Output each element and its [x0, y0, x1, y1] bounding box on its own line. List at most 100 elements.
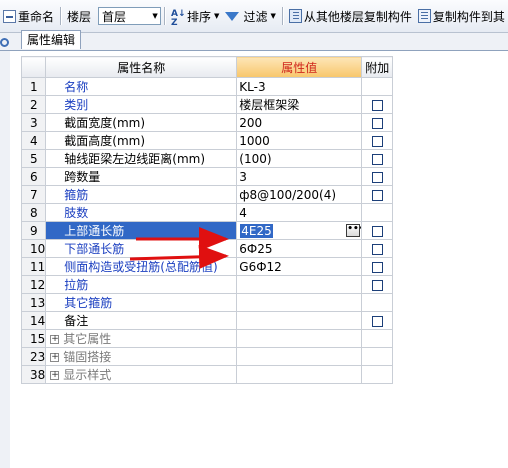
extra-checkbox[interactable] — [371, 243, 383, 255]
copy-to-button[interactable]: 复制构件到其 — [415, 5, 508, 27]
property-name[interactable]: 侧面构造或受扭筋(总配筋值) — [45, 257, 238, 276]
expand-icon[interactable]: + — [50, 353, 60, 362]
property-name[interactable]: 跨数量 — [45, 167, 238, 186]
extra-checkbox[interactable] — [371, 117, 383, 129]
table-row[interactable]: 13 其它箍筋 — [20, 293, 394, 312]
table-row-group[interactable]: 15 + 其它属性 — [20, 329, 394, 348]
property-value — [236, 329, 363, 348]
property-value[interactable]: 3 — [236, 167, 363, 186]
property-name[interactable]: 上部通长筋 — [45, 221, 238, 240]
property-name[interactable]: 类别 — [45, 95, 238, 114]
row-number: 3 — [20, 113, 47, 132]
copy-from-floor-icon — [288, 9, 302, 23]
table-row[interactable]: 6 跨数量 3 — [20, 167, 394, 186]
row-number: 38 — [20, 365, 47, 384]
copy-from-floor-button[interactable]: 从其他楼层复制构件 — [286, 5, 415, 27]
filter-button[interactable]: 过滤 ▼ — [222, 5, 278, 27]
table-row[interactable]: 1 名称 KL-3 — [20, 77, 394, 96]
table-row[interactable]: 12 拉筋 — [20, 275, 394, 294]
property-value[interactable]: 200 — [236, 113, 363, 132]
value-edit-text[interactable]: 4E25 — [240, 223, 273, 238]
rename-button[interactable]: 重命名 — [0, 5, 57, 27]
property-name[interactable]: 下部通长筋 — [45, 239, 238, 258]
row-number: 9 — [20, 221, 47, 240]
expand-icon[interactable]: + — [50, 335, 60, 344]
property-value-editor[interactable]: 4E25 ••• — [236, 221, 363, 240]
extra-cell — [361, 167, 394, 186]
table-row[interactable]: 11 侧面构造或受扭筋(总配筋值) G6Ф12 — [20, 257, 394, 276]
table-row[interactable]: 2 类别 楼层框架梁 — [20, 95, 394, 114]
property-name[interactable]: 箍筋 — [45, 185, 238, 204]
row-number: 13 — [20, 293, 47, 312]
property-group[interactable]: + 显示样式 — [45, 365, 238, 384]
property-name[interactable]: 名称 — [45, 77, 238, 96]
extra-checkbox[interactable] — [371, 315, 383, 327]
value-edit-box[interactable]: 4E25 ••• — [239, 223, 361, 239]
chevron-down-icon: ▼ — [214, 12, 220, 20]
property-value[interactable]: 6Ф25 — [236, 239, 363, 258]
table-row[interactable]: 5 轴线距梁左边线距离(mm) (100) — [20, 149, 394, 168]
property-value[interactable]: 1000 — [236, 131, 363, 150]
property-value — [236, 347, 363, 366]
table-row-selected[interactable]: 9 上部通长筋 4E25 ••• — [20, 221, 394, 240]
copy-to-icon — [417, 9, 431, 23]
property-value[interactable] — [236, 293, 363, 312]
floor-select[interactable]: 首层 ▼ — [98, 7, 162, 25]
extra-checkbox[interactable] — [371, 153, 383, 165]
left-panel-edge — [0, 51, 10, 468]
sort-button[interactable]: A↓ Z 排序 ▼ — [168, 5, 222, 27]
header-extra[interactable]: 附加 — [361, 56, 394, 78]
table-row-group[interactable]: 38 + 显示样式 — [20, 365, 394, 384]
row-number: 7 — [20, 185, 47, 204]
extra-checkbox[interactable] — [371, 171, 383, 183]
ellipsis-button[interactable]: ••• — [346, 224, 361, 237]
expand-icon[interactable]: + — [50, 371, 60, 380]
table-row[interactable]: 4 截面高度(mm) 1000 — [20, 131, 394, 150]
property-value[interactable] — [236, 311, 363, 330]
header-property-name[interactable]: 属性名称 — [45, 56, 238, 78]
property-value[interactable]: 楼层框架梁 — [236, 95, 363, 114]
extra-checkbox[interactable] — [371, 225, 383, 237]
property-group[interactable]: + 其它属性 — [45, 329, 238, 348]
table-row[interactable]: 8 肢数 4 — [20, 203, 394, 222]
property-name[interactable]: 其它箍筋 — [45, 293, 238, 312]
property-name[interactable]: 肢数 — [45, 203, 238, 222]
property-name[interactable]: 截面宽度(mm) — [45, 113, 238, 132]
table-row[interactable]: 3 截面宽度(mm) 200 — [20, 113, 394, 132]
row-number: 5 — [20, 149, 47, 168]
property-value — [236, 365, 363, 384]
extra-cell — [361, 203, 394, 222]
table-row[interactable]: 10 下部通长筋 6Ф25 — [20, 239, 394, 258]
table-row[interactable]: 7 箍筋 ф8@100/200(4) — [20, 185, 394, 204]
extra-cell — [361, 311, 394, 330]
property-value[interactable]: (100) — [236, 149, 363, 168]
tab-property-editor[interactable]: 属性编辑 — [21, 30, 82, 49]
property-name[interactable]: 备注 — [45, 311, 238, 330]
property-value[interactable]: 4 — [236, 203, 363, 222]
table-row[interactable]: 14 备注 — [20, 311, 394, 330]
extra-checkbox[interactable] — [371, 135, 383, 147]
extra-checkbox[interactable] — [371, 261, 383, 273]
property-group[interactable]: + 锚固搭接 — [45, 347, 238, 366]
row-number: 15 — [20, 329, 47, 348]
extra-cell — [361, 95, 394, 114]
extra-checkbox[interactable] — [371, 189, 383, 201]
extra-checkbox[interactable] — [371, 99, 383, 111]
property-value[interactable]: KL-3 — [236, 77, 363, 96]
extra-checkbox[interactable] — [371, 279, 383, 291]
table-row-group[interactable]: 23 + 锚固搭接 — [20, 347, 394, 366]
property-name[interactable]: 轴线距梁左边线距离(mm) — [45, 149, 238, 168]
extra-cell — [361, 185, 394, 204]
property-name[interactable]: 拉筋 — [45, 275, 238, 294]
pin-icon[interactable] — [0, 38, 9, 47]
property-name[interactable]: 截面高度(mm) — [45, 131, 238, 150]
extra-cell — [361, 149, 394, 168]
property-value[interactable] — [236, 275, 363, 294]
header-property-value[interactable]: 属性值 — [236, 56, 363, 78]
extra-cell — [361, 329, 394, 348]
row-number: 8 — [20, 203, 47, 222]
property-value[interactable]: G6Ф12 — [236, 257, 363, 276]
property-value[interactable]: ф8@100/200(4) — [236, 185, 363, 204]
row-number: 23 — [20, 347, 47, 366]
copy-from-floor-label: 从其他楼层复制构件 — [303, 9, 412, 24]
